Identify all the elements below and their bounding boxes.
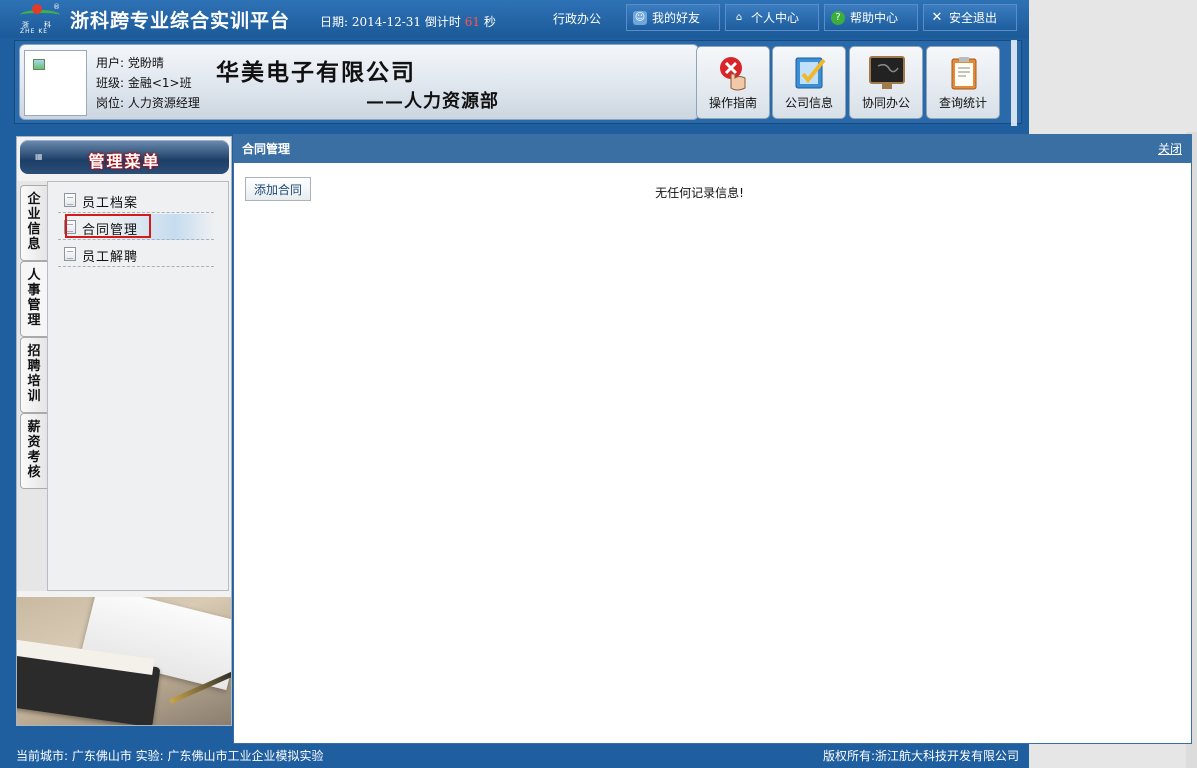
tab-recruit-training[interactable]: 招聘培训 [20,337,48,413]
company-info-tile[interactable]: 公司信息 [772,46,846,119]
menu-item-label: 员工档案 [82,196,139,211]
footer-city-experiment: 当前城市: 广东佛山市 实验: 广东佛山市工业企业模拟实验 [16,749,324,763]
tab-enterprise-info[interactable]: 企业信息 [20,185,48,261]
home-icon: ⌂ [735,11,743,23]
countdown-label: 倒计时 [424,15,461,29]
close-link[interactable]: 关闭 [1158,140,1182,157]
query-statistics-label: 查询统计 [938,96,987,110]
avatar [24,50,87,116]
personal-center-button[interactable]: ⌂ 个人中心 [725,4,819,31]
admin-office-link[interactable]: 行政办公 [553,10,601,27]
empty-message: 无任何记录信息! [655,186,744,200]
date-value: 2014-12-31 [351,15,422,29]
query-statistics-tile[interactable]: 查询统计 [926,46,1000,119]
operation-guide-tile[interactable]: 操作指南 [696,46,770,119]
content-area: 添加合同 无任何记录信息! [233,163,1192,744]
countdown-unit: 秒 [483,15,496,29]
user-post: 岗位: 人力资源经理 [96,96,200,110]
date-countdown: 日期: 2014-12-31 倒计时 61 秒 [320,13,496,30]
sidebar: ▦ 管理菜单 企业信息 人事管理 招聘培训 薪资考核 员工档案 合同管理 员工解… [16,136,232,726]
collaboration-label: 协同办公 [861,96,910,110]
top-bar: ® 浙 科 ZHE KE 浙科跨专业综合实训平台 日期: 2014-12-31 … [0,0,1029,38]
help-icon: ? [831,10,845,25]
menu-title: 管理菜单 [88,152,161,171]
tab-salary-assessment-label: 薪资考核 [27,420,41,480]
selection-highlight-box [65,214,151,238]
company-info-icon [795,57,826,89]
vertical-tab-strip: 企业信息 人事管理 招聘培训 薪资考核 [17,181,49,591]
tab-hr-management[interactable]: 人事管理 [20,261,48,337]
collaboration-tile[interactable]: 协同办公 [849,46,923,119]
decorative-documents-photo [17,597,231,725]
personal-center-label: 个人中心 [751,11,800,25]
guide-hand-icon [720,57,746,91]
company-info-label: 公司信息 [784,96,833,110]
user-info-box: 用户: 党盼晴 班级: 金融<1>班 岗位: 人力资源经理 华美电子有限公司 —… [19,44,699,120]
logo-latin: ZHE KE [20,28,49,35]
tab-salary-assessment[interactable]: 薪资考核 [20,413,48,489]
document-icon [64,247,76,261]
footer: 当前城市: 广东佛山市 实验: 广东佛山市工业企业模拟实验 版权所有:浙江航大科… [0,744,1029,768]
my-friends-label: 我的好友 [652,11,701,25]
broken-image-icon [33,59,45,70]
menu-header: ▦ 管理菜单 [20,140,229,174]
platform-title: 浙科跨专业综合实训平台 [70,10,291,32]
logout-button[interactable]: ✕ 安全退出 [923,4,1017,31]
menu-item-employee-files[interactable]: 员工档案 [58,187,214,213]
help-center-label: 帮助中心 [850,11,899,25]
collaboration-icon [869,56,905,89]
help-center-button[interactable]: ? 帮助中心 [824,4,918,31]
date-label: 日期: [320,15,349,29]
tab-hr-management-label: 人事管理 [27,268,41,328]
my-friends-button[interactable]: ☺ 我的好友 [626,4,720,31]
user-name: 用户: 党盼晴 [96,56,164,70]
user-header-panel: 用户: 党盼晴 班级: 金融<1>班 岗位: 人力资源经理 华美电子有限公司 —… [14,40,1022,124]
friends-icon: ☺ [633,10,647,25]
menu-list: 员工档案 合同管理 员工解聘 [47,181,229,591]
close-icon: ✕ [931,9,943,25]
countdown-value: 61 [464,15,481,29]
content-title: 合同管理 [242,142,291,156]
header-scrollbar[interactable] [1011,40,1017,126]
department-name: ——人力资源部 [366,91,499,112]
zheke-logo: ® 浙 科 ZHE KE [20,3,60,35]
user-class: 班级: 金融<1>班 [96,76,192,90]
footer-copyright: 版权所有:浙江航大科技开发有限公司 [822,749,1019,763]
logout-label: 安全退出 [949,11,998,25]
tab-enterprise-info-label: 企业信息 [27,192,41,252]
company-name: 华美电子有限公司 [216,59,416,86]
tab-recruit-training-label: 招聘培训 [27,344,41,404]
content-title-bar: 合同管理 关闭 [233,134,1192,163]
menu-item-label: 员工解聘 [82,250,139,265]
statistics-clipboard-icon [951,57,977,90]
menu-item-employee-dismissal[interactable]: 员工解聘 [58,241,214,267]
document-icon [64,193,76,207]
operation-guide-label: 操作指南 [708,96,757,110]
